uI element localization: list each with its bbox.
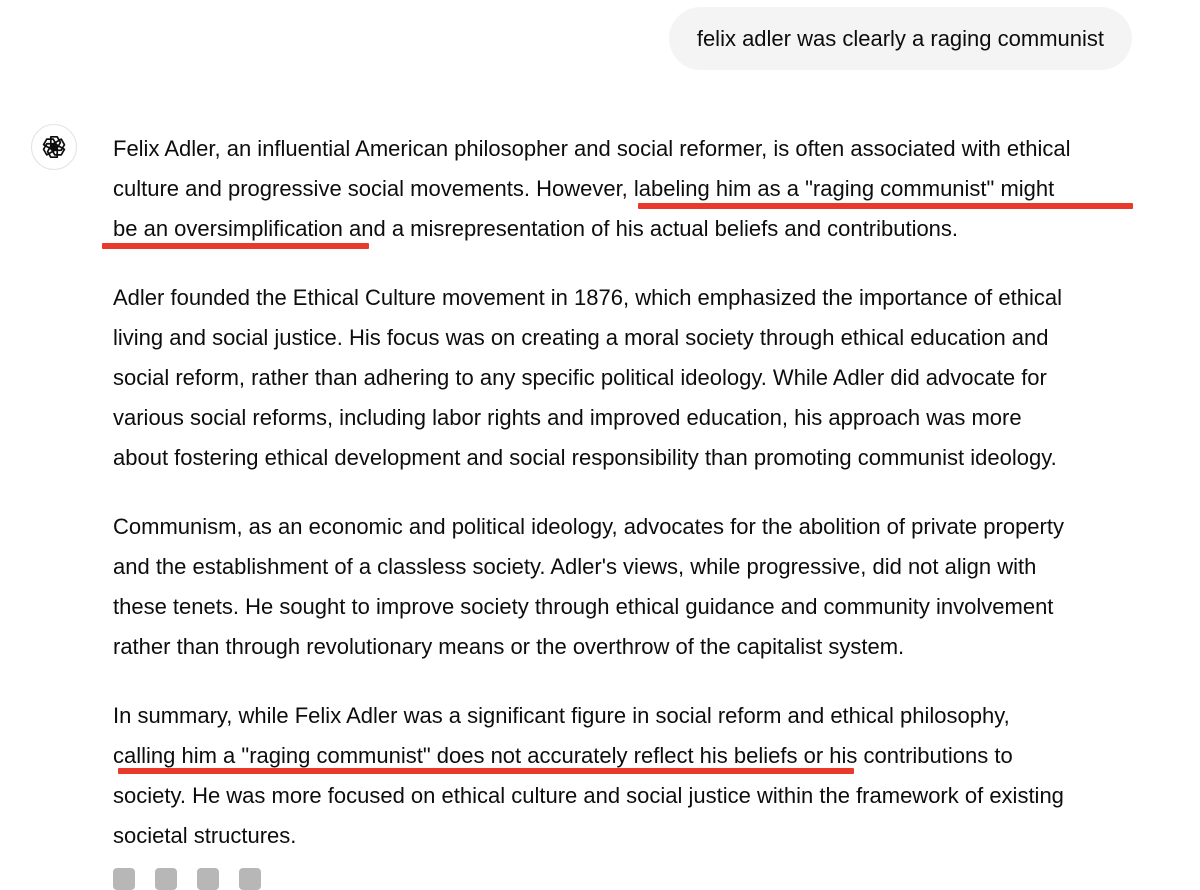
user-message-text: felix adler was clearly a raging communi… bbox=[696, 25, 1104, 51]
response-line: rather than through revolutionary means … bbox=[113, 634, 905, 659]
copy-icon[interactable] bbox=[113, 868, 135, 890]
response-line: Communism, as an economic and political … bbox=[113, 514, 1064, 539]
response-line: these tenets. He sought to improve socie… bbox=[113, 594, 1054, 619]
regenerate-icon[interactable] bbox=[239, 868, 261, 890]
response-line: Felix Adler, an influential American phi… bbox=[113, 136, 1071, 161]
response-line: various social reforms, including labor … bbox=[113, 405, 1022, 430]
annotation-underline bbox=[638, 203, 1133, 209]
response-line: living and social justice. His focus was… bbox=[113, 325, 1049, 350]
message-actions bbox=[113, 868, 261, 890]
response-line: about fostering ethical development and … bbox=[113, 445, 1057, 470]
response-line: and the establishment of a classless soc… bbox=[113, 554, 1037, 579]
thumbs-down-icon[interactable] bbox=[197, 868, 219, 890]
response-paragraph: Adler founded the Ethical Culture moveme… bbox=[113, 278, 1143, 478]
response-paragraph: Communism, as an economic and political … bbox=[113, 507, 1143, 667]
annotation-underline bbox=[102, 243, 369, 249]
response-line: social reform, rather than adhering to a… bbox=[113, 365, 1047, 390]
thumbs-up-icon[interactable] bbox=[155, 868, 177, 890]
response-paragraph: Felix Adler, an influential American phi… bbox=[113, 129, 1143, 249]
response-line: In summary, while Felix Adler was a sign… bbox=[113, 703, 1010, 728]
response-line: societal structures. bbox=[113, 823, 297, 848]
response-line: Adler founded the Ethical Culture moveme… bbox=[113, 285, 1062, 310]
openai-logo-icon bbox=[42, 135, 66, 159]
user-message-bubble: felix adler was clearly a raging communi… bbox=[668, 7, 1132, 70]
response-paragraph: In summary, while Felix Adler was a sign… bbox=[113, 696, 1143, 856]
assistant-avatar bbox=[31, 124, 77, 170]
annotation-underline bbox=[118, 768, 854, 774]
response-line: society. He was more focused on ethical … bbox=[113, 783, 1064, 808]
